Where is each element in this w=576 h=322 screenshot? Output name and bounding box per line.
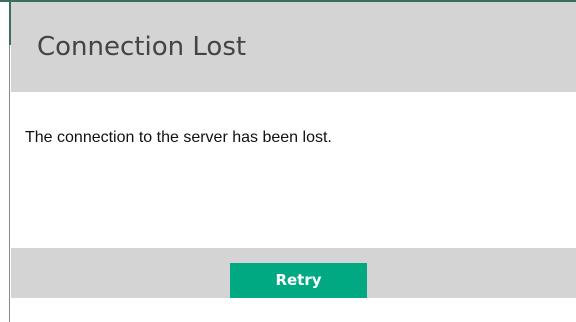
connection-lost-dialog: Connection Lost The connection to the se…	[11, 2, 576, 298]
dialog-header: Connection Lost	[11, 2, 576, 92]
retry-button[interactable]: Retry	[230, 263, 367, 298]
dialog-footer: Retry	[11, 248, 576, 298]
background-page-below	[11, 298, 576, 322]
dialog-message: The connection to the server has been lo…	[25, 129, 332, 146]
background-border-line	[9, 45, 10, 322]
background-page-edge	[0, 2, 11, 322]
app-viewport: Connection Lost The connection to the se…	[0, 0, 576, 322]
dialog-body: The connection to the server has been lo…	[11, 92, 576, 248]
dialog-title: Connection Lost	[37, 32, 247, 62]
